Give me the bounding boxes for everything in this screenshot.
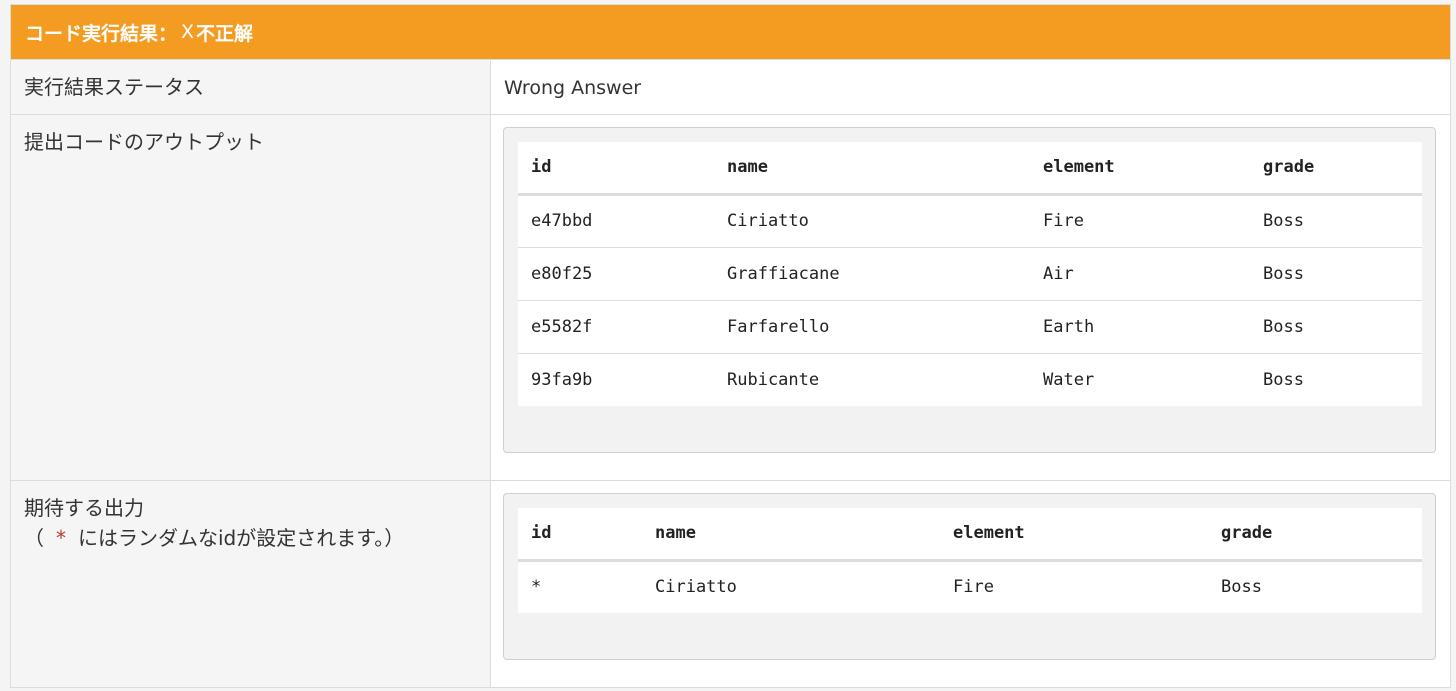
table-row: e5582f Farfarello Earth Boss (518, 300, 1422, 354)
table-cell: Boss (1250, 194, 1422, 248)
incorrect-mark-icon: X (181, 21, 195, 43)
note-open-paren: （ (24, 526, 44, 550)
column-header: name (714, 142, 1030, 196)
table-cell: e5582f (518, 300, 714, 354)
column-header: grade (1208, 508, 1422, 562)
result-header: コード実行結果： X 不正解 (11, 5, 1450, 59)
table-cell: Fire (953, 577, 994, 598)
table-cell: Farfarello (714, 300, 1030, 354)
asterisk-mark: * (56, 526, 66, 550)
table-cell: Air (1030, 247, 1250, 301)
output-table: id name element grade e47bbd Ciriatto Fi… (518, 142, 1422, 406)
table-cell: Boss (1250, 247, 1422, 301)
expected-box: id name element grade * Ciriatto Fire Bo… (503, 493, 1436, 660)
table-cell: Earth (1030, 300, 1250, 354)
table-header-row: id name element grade (518, 508, 1422, 562)
header-title: コード実行結果： (25, 22, 178, 45)
output-value: id name element grade e47bbd Ciriatto Fi… (491, 115, 1450, 480)
note-text: にはランダムなidが設定されます。） (78, 526, 405, 550)
table-row: 93fa9b Rubicante Water Boss (518, 353, 1422, 406)
output-box: id name element grade e47bbd Ciriatto Fi… (503, 127, 1436, 453)
table-cell: Fire (1030, 194, 1250, 248)
table-cell: Ciriatto (714, 194, 1030, 248)
output-label: 提出コードのアウトプット (11, 115, 491, 480)
table-cell: Water (1043, 369, 1095, 390)
column-header: name (642, 508, 940, 562)
table-cell: e80f25 (518, 247, 714, 301)
status-row: 実行結果ステータス Wrong Answer (11, 59, 1450, 114)
table-cell: * (531, 577, 542, 598)
table-cell: e47bbd (518, 194, 714, 248)
expected-label-cell: 期待する出力 （ * にはランダムなidが設定されます。） (11, 481, 491, 687)
table-cell: Rubicante (727, 369, 820, 390)
table-header-row: id name element grade (518, 142, 1422, 196)
column-header: element (1030, 142, 1250, 196)
table-row: e80f25 Graffiacane Air Boss (518, 247, 1422, 301)
expected-label: 期待する出力 (24, 496, 144, 520)
table-cell: Boss (1263, 369, 1304, 390)
expected-value: id name element grade * Ciriatto Fire Bo… (491, 481, 1450, 687)
table-cell: Ciriatto (655, 577, 737, 598)
table-cell: Boss (1250, 300, 1422, 354)
column-header: id (518, 508, 642, 562)
table-cell: 93fa9b (531, 369, 593, 390)
column-header: id (518, 142, 714, 196)
expected-table: id name element grade * Ciriatto Fire Bo… (518, 508, 1422, 613)
table-row: e47bbd Ciriatto Fire Boss (518, 194, 1422, 248)
status-label: 実行結果ステータス (11, 60, 491, 114)
table-row: * Ciriatto Fire Boss (518, 560, 1422, 613)
table-cell: Graffiacane (714, 247, 1030, 301)
expected-note: （ * にはランダムなidが設定されます。） (24, 523, 490, 553)
table-cell: Boss (1221, 577, 1262, 598)
output-row: 提出コードのアウトプット id name element grade e47bb… (11, 114, 1450, 480)
verdict-text: 不正解 (196, 22, 254, 45)
column-header: grade (1250, 142, 1422, 196)
column-header: element (940, 508, 1208, 562)
status-value: Wrong Answer (504, 77, 642, 99)
result-panel: コード実行結果： X 不正解 実行結果ステータス Wrong Answer 提出… (10, 4, 1451, 688)
expected-row: 期待する出力 （ * にはランダムなidが設定されます。） id name elem… (11, 480, 1450, 687)
